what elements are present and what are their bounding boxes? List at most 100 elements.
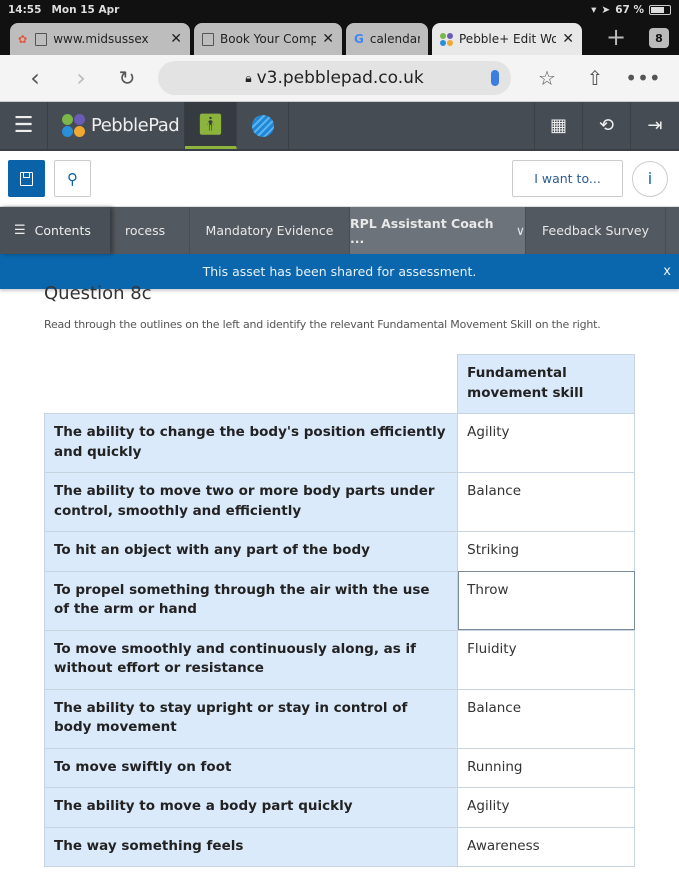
table-corner (44, 354, 458, 414)
back-button[interactable]: ‹ (12, 64, 58, 92)
hamburger-menu-button[interactable]: ☰ (0, 102, 48, 149)
tab-title: Book Your Compl (220, 32, 317, 46)
battery-percent: 67 % (615, 4, 644, 16)
logout-button[interactable]: ⇥ (631, 102, 679, 149)
row-description: The ability to stay upright or stay in c… (43, 688, 459, 749)
row-description: The way something feels (43, 826, 459, 867)
list-icon: ☰ (14, 223, 26, 238)
search-button[interactable]: ⚲ (54, 160, 91, 197)
answer-cell[interactable]: Running (457, 747, 635, 788)
answer-cell[interactable]: Agility (457, 413, 635, 473)
answer-cell[interactable]: Balance (457, 472, 635, 532)
tab-title: Pebble+ Edit Wor (459, 32, 557, 46)
share-button[interactable]: ⇧ (571, 66, 619, 90)
tab-mandatory-evidence[interactable]: Mandatory Evidence (190, 207, 350, 254)
row-description: To move swiftly on foot (43, 747, 459, 788)
page-content: Question 8c Read through the outlines on… (0, 283, 679, 867)
close-tab-icon[interactable]: ✕ (170, 31, 182, 47)
browser-chrome: 14:55 Mon 15 Apr ▾ ➤ 67 % ✿ www.midsusse… (0, 0, 679, 55)
pebblepad-logo-icon (62, 114, 85, 137)
answer-cell[interactable]: Fluidity (457, 629, 635, 690)
new-tab-button[interactable]: + (606, 23, 626, 51)
url-field[interactable]: 🔒︎ v3.pebblepad.co.uk (158, 61, 511, 95)
table-row: To hit an object with any part of the bo… (43, 531, 635, 572)
table-row: To move swiftly on foot Running (43, 747, 635, 788)
answer-cell-focused[interactable]: Throw (457, 570, 635, 631)
tab-label: rocess (125, 223, 166, 238)
asset-toolbar: ⚲ I want to... i (0, 151, 679, 207)
location-icon: ➤ (601, 4, 611, 16)
table-row: To move smoothly and continuously along,… (43, 629, 635, 690)
table-row: To propel something through the air with… (43, 570, 635, 631)
tab-title: www.midsussex (53, 32, 149, 46)
status-date: Mon 15 Apr (51, 4, 120, 16)
answer-cell[interactable]: Balance (457, 688, 635, 749)
apps-grid-button[interactable]: ▦ (535, 102, 583, 149)
page-icon (35, 32, 48, 46)
question-title: Question 8c (44, 283, 152, 304)
banner-close-button[interactable]: x (663, 264, 671, 279)
column-header: Fundamental movement skill (457, 354, 635, 414)
tab-count-button[interactable]: 8 (649, 28, 669, 48)
row-description: To move smoothly and continuously along,… (43, 629, 459, 690)
brand-name: PebblePad (91, 115, 180, 136)
history-icon: ⟲ (598, 115, 615, 136)
tab-label: RPL Assistant Coach ... (350, 215, 494, 246)
table-row: The ability to change the body's positio… (43, 413, 635, 473)
answer-cell[interactable]: Striking (457, 531, 635, 572)
answer-cell[interactable]: Awareness (457, 826, 635, 867)
section-tabs: ☰ Contents rocess Mandatory Evidence RPL… (0, 207, 679, 254)
more-menu-button[interactable]: ••• (619, 66, 667, 90)
table-row: The ability to move a body part quickly … (43, 787, 635, 828)
globe-icon (251, 114, 274, 137)
row-description: The ability to move two or more body par… (43, 472, 459, 532)
browser-tab[interactable]: ✿ www.midsussex ✕ (10, 23, 190, 55)
google-icon: G (354, 32, 364, 46)
tab-label: Feedback Survey (542, 223, 649, 238)
pebblepad-icon (440, 32, 453, 46)
pebblepad-home-link[interactable]: PebblePad (48, 102, 185, 149)
close-tab-icon[interactable]: ✕ (322, 31, 334, 47)
tab-feedback-survey[interactable]: Feedback Survey (526, 207, 666, 254)
answer-cell[interactable]: Agility (457, 787, 635, 828)
save-button[interactable] (8, 160, 45, 197)
atlas-button[interactable] (237, 102, 289, 149)
tab-rpl-assistant-coach[interactable]: RPL Assistant Coach ... ∨ (350, 207, 526, 254)
search-icon: ⚲ (67, 169, 78, 188)
microphone-icon[interactable] (491, 70, 499, 86)
tab-label: Mandatory Evidence (205, 223, 334, 238)
info-button[interactable]: i (632, 160, 668, 197)
chevron-down-icon: ∨ (515, 223, 525, 238)
row-description: To hit an object with any part of the bo… (43, 531, 459, 572)
close-tab-icon[interactable]: ✕ (562, 31, 574, 47)
tab-title: calendar (369, 32, 420, 46)
table-row: The ability to stay upright or stay in c… (43, 688, 635, 749)
browser-tab[interactable]: G calendar (346, 23, 428, 55)
movement-skill-table: Fundamental movement skill The ability t… (43, 354, 635, 867)
browser-tab[interactable]: Book Your Compl ✕ (194, 23, 342, 55)
contents-button[interactable]: ☰ Contents (0, 207, 110, 254)
reload-button[interactable]: ↻ (104, 66, 150, 90)
row-description: The ability to change the body's positio… (43, 413, 459, 473)
status-time: 14:55 (8, 4, 42, 16)
app-nav-bar: ☰ PebblePad 🚹︎ ▦ ⟲ ⇥ (0, 102, 679, 151)
person-icon: 🚹︎ (197, 112, 224, 136)
my-space-button[interactable]: 🚹︎ (185, 102, 237, 149)
menu-icon: ☰ (13, 113, 34, 138)
wifi-icon: ▾ (591, 4, 597, 16)
browser-tab-active[interactable]: Pebble+ Edit Wor ✕ (432, 23, 582, 55)
table-row: The ability to move two or more body par… (43, 472, 635, 532)
i-want-to-button[interactable]: I want to... (512, 160, 623, 197)
contents-label: Contents (34, 223, 91, 238)
row-description: To propel something through the air with… (43, 570, 459, 631)
history-button[interactable]: ⟲ (583, 102, 631, 149)
banner-message: This asset has been shared for assessmen… (202, 264, 477, 279)
photos-icon: ✿ (18, 32, 28, 46)
lock-icon: 🔒︎ (245, 70, 252, 85)
forward-button[interactable]: › (58, 64, 104, 92)
address-bar: ‹ › ↻ 🔒︎ v3.pebblepad.co.uk ☆ ⇧ ••• (0, 55, 679, 102)
bookmark-star-button[interactable]: ☆ (523, 66, 571, 90)
battery-icon (649, 5, 671, 15)
question-instruction: Read through the outlines on the left an… (44, 318, 601, 331)
page-icon (202, 32, 214, 46)
